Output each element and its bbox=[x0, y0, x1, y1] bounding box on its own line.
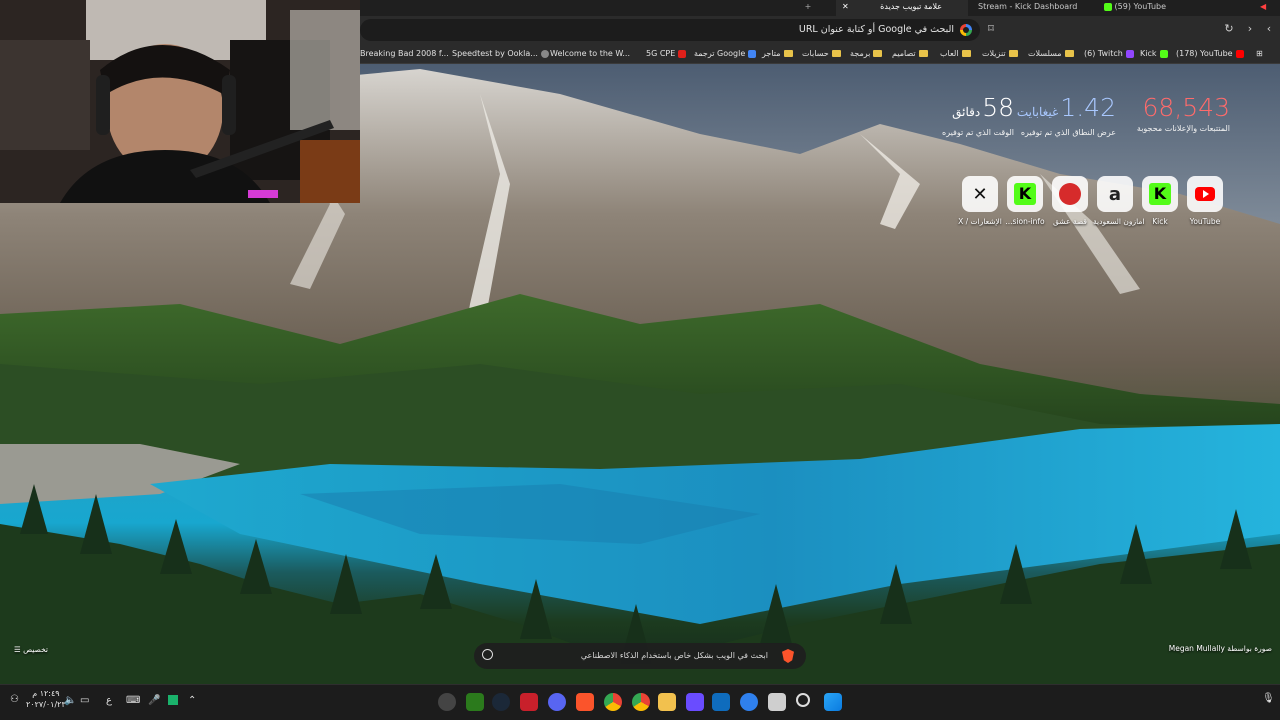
bookmark-folder-downloads[interactable]: تنزيلات bbox=[982, 48, 1018, 60]
bookmark-youtube[interactable]: (178) YouTube bbox=[1176, 48, 1244, 60]
photo-credit[interactable]: صورة بواسطة Megan Mullally bbox=[1169, 644, 1272, 653]
tab-kick-dashboard[interactable]: Stream - Kick Dashboard bbox=[970, 0, 1096, 16]
folder-icon bbox=[1008, 50, 1018, 57]
close-icon[interactable]: ✕ bbox=[842, 0, 849, 14]
kick-icon bbox=[1104, 2, 1112, 11]
webcam-image bbox=[0, 0, 360, 203]
youtube-icon bbox=[1235, 49, 1244, 58]
mic-tray-icon[interactable]: 🎙 bbox=[1262, 693, 1275, 704]
bookmark-kick[interactable]: Kick bbox=[1140, 48, 1168, 60]
window-icon[interactable] bbox=[768, 693, 786, 711]
top-site-amazon[interactable]: a امازون السعودية bbox=[1093, 176, 1145, 226]
search-icon[interactable] bbox=[796, 693, 810, 707]
stat-time-saved: 58دقائق الوقت الذي تم توفيره bbox=[942, 93, 1014, 138]
red-app-icon[interactable] bbox=[520, 693, 538, 711]
volume-icon[interactable]: 🔈 bbox=[64, 695, 76, 706]
huawei-icon bbox=[678, 49, 687, 58]
folder-icon bbox=[783, 50, 793, 57]
sliders-icon: ☰ bbox=[14, 645, 24, 654]
bookmark-speedtest[interactable]: Speedtest by Ookla... bbox=[452, 48, 549, 60]
bookmark-icon[interactable]: ⌑ bbox=[984, 22, 998, 36]
folder-icon bbox=[873, 50, 883, 57]
keyboard-icon[interactable]: ⌨ bbox=[126, 695, 140, 706]
bookmark-folder-designs[interactable]: تصاميم bbox=[892, 48, 928, 60]
steam-icon[interactable] bbox=[492, 693, 510, 711]
obs-icon[interactable] bbox=[438, 693, 456, 711]
new-tab-button[interactable]: + bbox=[802, 0, 814, 16]
twitch-icon bbox=[1125, 49, 1134, 58]
speedtest-icon bbox=[540, 49, 549, 58]
bookmark-translate[interactable]: ترجمة Google bbox=[694, 48, 757, 60]
display-icon[interactable]: ▭ bbox=[80, 695, 89, 706]
bookmark-5g-cpe[interactable]: 5G CPE bbox=[646, 48, 687, 60]
file-explorer-icon[interactable] bbox=[658, 693, 676, 711]
qissa-icon bbox=[1052, 176, 1088, 212]
chrome-icon[interactable] bbox=[632, 693, 650, 711]
clock[interactable]: ١٢:٤٩ م ٢٠٢٧/٠١/٢٣ bbox=[26, 688, 66, 710]
back-icon[interactable]: ‹ bbox=[1262, 22, 1276, 36]
folder-icon bbox=[961, 50, 971, 57]
app-tray-icon[interactable] bbox=[168, 695, 178, 705]
reload-icon[interactable]: ↻ bbox=[1222, 22, 1236, 36]
tab-youtube[interactable]: (59) YouTube bbox=[1100, 0, 1260, 16]
language-indicator[interactable]: ع bbox=[106, 695, 112, 706]
stat-blocked: 68,543 المتتبعات والإعلانات محجوبة bbox=[1136, 93, 1230, 134]
bookmark-folder-games[interactable]: العاب bbox=[940, 48, 971, 60]
media-app-icon[interactable] bbox=[686, 693, 704, 711]
google-icon bbox=[960, 24, 972, 36]
top-site-qissa[interactable]: قصة عشق bbox=[1048, 176, 1092, 226]
apps-icon[interactable]: ⊞ bbox=[1256, 48, 1263, 60]
bookmark-folder-series[interactable]: مسلسلات bbox=[1028, 48, 1074, 60]
ai-search-box[interactable]: ابحث في الويب بشكل خاص باستخدام الذكاء ا… bbox=[474, 643, 806, 669]
kick-icon: K bbox=[1142, 176, 1178, 212]
top-site-kick-session[interactable]: K ...sion-info bbox=[1003, 176, 1047, 226]
webcam-overlay bbox=[0, 0, 360, 203]
translate-icon bbox=[748, 49, 757, 58]
outlook-icon[interactable] bbox=[712, 693, 730, 711]
forward-icon[interactable]: › bbox=[1243, 22, 1257, 36]
bookmark-folder-programming[interactable]: برمجة bbox=[850, 48, 883, 60]
top-site-x[interactable]: ✕ X / الإشعارات bbox=[958, 176, 1002, 226]
browser-icon[interactable] bbox=[740, 693, 758, 711]
bookmark-welcome[interactable]: Welcome to the W... bbox=[550, 48, 630, 60]
search-icon[interactable] bbox=[482, 649, 493, 660]
chrome-icon[interactable] bbox=[604, 693, 622, 711]
taskbar: ١٢:٤٩ م ٢٠٢٧/٠١/٢٣ ⚇ 🔈 ▭ ع ⌨ 🎤 ⌃ 🎙 bbox=[0, 684, 1280, 720]
windows-start-icon[interactable] bbox=[824, 693, 842, 711]
bookmark-breaking-bad[interactable]: Breaking Bad 2008 f... bbox=[360, 48, 449, 60]
top-site-youtube[interactable]: YouTube bbox=[1183, 176, 1227, 226]
tab-new-tab[interactable]: ✕ علامة تبويب جديدة bbox=[836, 0, 968, 16]
kick-icon: K bbox=[1007, 176, 1043, 212]
terminal-icon[interactable] bbox=[466, 693, 484, 711]
amazon-icon: a bbox=[1097, 176, 1133, 212]
notification-icon[interactable]: ⚇ bbox=[10, 694, 19, 705]
folder-icon bbox=[918, 50, 928, 57]
brave-icon[interactable] bbox=[576, 693, 594, 711]
x-icon: ✕ bbox=[962, 176, 998, 212]
customize-button[interactable]: ☰ تخصيص bbox=[14, 645, 48, 654]
stat-bandwidth: 1.42غيغابايت عرض النطاق الذي تم توفيره bbox=[1016, 93, 1116, 138]
youtube-icon bbox=[1187, 176, 1223, 212]
folder-icon bbox=[1064, 50, 1074, 57]
chevron-up-icon[interactable]: ⌃ bbox=[188, 695, 196, 706]
window-control-icon[interactable]: ◀ bbox=[1260, 0, 1274, 16]
microphone-icon[interactable]: 🎤 bbox=[148, 695, 160, 706]
folder-icon bbox=[831, 50, 841, 57]
bookmark-folder-stores[interactable]: متاجر bbox=[762, 48, 793, 60]
discord-icon[interactable] bbox=[548, 693, 566, 711]
bookmark-folder-accounts[interactable]: حسابات bbox=[802, 48, 841, 60]
address-bar[interactable]: البحث في Google أو كتابة عنوان URL bbox=[360, 19, 980, 41]
brave-icon bbox=[782, 649, 794, 663]
kick-icon bbox=[1159, 49, 1168, 58]
bookmark-twitch[interactable]: (6) Twitch bbox=[1084, 48, 1134, 60]
